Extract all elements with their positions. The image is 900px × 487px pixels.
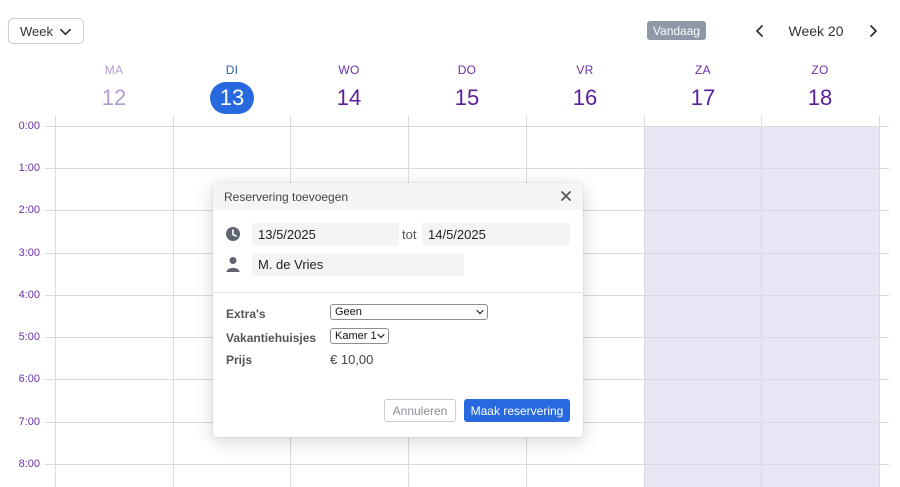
column-divider — [761, 116, 762, 487]
day-name: ZA — [695, 63, 711, 77]
chevron-left-icon — [756, 25, 763, 37]
hour-divider — [45, 126, 889, 127]
dialog-divider — [213, 292, 583, 293]
person-icon — [226, 257, 240, 272]
day-header-di[interactable]: DI 13 — [173, 63, 291, 114]
make-reservation-button[interactable]: Maak reservering — [464, 399, 570, 422]
day-number: 12 — [101, 85, 127, 110]
day-number: 14 — [336, 85, 362, 110]
day-name: VR — [576, 63, 594, 77]
clock-icon — [226, 227, 240, 241]
hour-label: 0:00 — [18, 120, 40, 132]
extras-select-value: Geen — [335, 306, 362, 318]
hour-label: 1:00 — [18, 162, 40, 174]
day-number: 18 — [807, 85, 833, 110]
price-label: Prijs — [226, 353, 253, 367]
hour-label: 6:00 — [18, 373, 40, 385]
dialog-title: Reservering toevoegen — [224, 189, 349, 204]
view-select[interactable]: Week — [8, 18, 84, 44]
day-number: 13 — [210, 82, 254, 114]
day-name: DO — [457, 63, 477, 77]
hour-label: 2:00 — [18, 204, 40, 216]
price-value: € 10,00 — [330, 352, 374, 367]
weekend-column-zo[interactable] — [762, 126, 879, 487]
reservation-dialog: Reservering toevoegen 13/5/2025 tot 14/5… — [213, 183, 583, 437]
cabins-label: Vakantiehuisjes — [226, 331, 317, 345]
end-date-input[interactable]: 14/5/2025 — [422, 223, 570, 246]
cabins-select[interactable]: Kamer 1 — [330, 328, 389, 344]
day-header-do[interactable]: DO 15 — [408, 63, 526, 114]
dialog-header: Reservering toevoegen — [213, 183, 583, 210]
previous-week-button[interactable] — [750, 21, 770, 41]
hour-label: 4:00 — [18, 289, 40, 301]
chevron-down-icon — [476, 309, 484, 315]
day-name: ZO — [811, 63, 829, 77]
chevron-right-icon — [870, 25, 877, 37]
hour-label: 7:00 — [18, 416, 40, 428]
chevron-down-icon — [377, 333, 385, 339]
day-number: 17 — [690, 85, 716, 110]
chevron-down-icon — [60, 28, 71, 36]
close-icon — [561, 191, 571, 201]
next-week-button[interactable] — [863, 21, 883, 41]
day-name: MA — [104, 63, 124, 77]
hour-divider — [45, 464, 889, 465]
guest-name-input[interactable]: M. de Vries — [252, 253, 464, 276]
day-header-wo[interactable]: WO 14 — [290, 63, 408, 114]
hour-label: 5:00 — [18, 331, 40, 343]
date-range-separator: tot — [402, 227, 417, 242]
hour-divider — [45, 168, 889, 169]
day-header-vr[interactable]: VR 16 — [526, 63, 644, 114]
extras-label: Extra's — [226, 307, 266, 321]
extras-select[interactable]: Geen — [330, 304, 488, 320]
day-number: 15 — [454, 85, 480, 110]
today-button[interactable]: Vandaag — [647, 21, 706, 40]
column-divider — [55, 116, 56, 487]
column-divider — [644, 116, 645, 487]
day-name: DI — [225, 63, 239, 77]
day-header-za[interactable]: ZA 17 — [644, 63, 762, 114]
cancel-button[interactable]: Annuleren — [384, 399, 456, 422]
day-name: WO — [338, 63, 360, 77]
week-label: Week 20 — [788, 23, 844, 39]
weekend-column-za[interactable] — [644, 126, 761, 487]
cabins-select-value: Kamer 1 — [335, 330, 377, 342]
column-divider — [879, 116, 880, 487]
day-header-zo[interactable]: ZO 18 — [761, 63, 879, 114]
close-button[interactable] — [559, 189, 573, 203]
start-date-input[interactable]: 13/5/2025 — [252, 223, 399, 246]
hour-label: 3:00 — [18, 247, 40, 259]
column-divider — [173, 116, 174, 487]
hour-label: 8:00 — [18, 458, 40, 470]
view-select-value: Week — [20, 23, 53, 39]
day-header-ma[interactable]: MA 12 — [55, 63, 173, 114]
day-number: 16 — [572, 85, 598, 110]
